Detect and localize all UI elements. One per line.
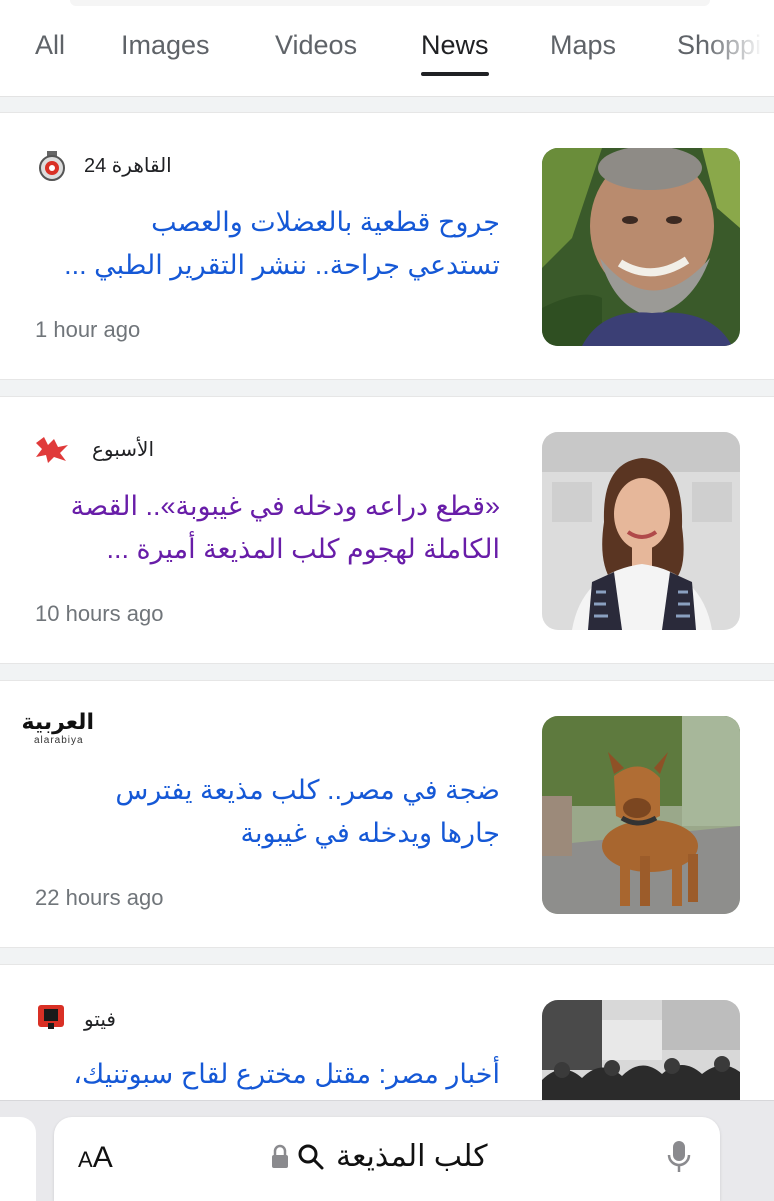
headline-line: ضجة في مصر.. كلب مذيعة يفترس xyxy=(115,775,500,805)
tab-maps[interactable]: Maps xyxy=(550,30,616,61)
news-card[interactable]: العربية alarabiya ضجة في مصر.. كلب مذيعة… xyxy=(0,680,774,948)
search-box-edge xyxy=(70,0,710,6)
previous-tab-stub[interactable] xyxy=(0,1117,36,1201)
news-thumbnail[interactable] xyxy=(542,1000,740,1101)
source-logo-icon xyxy=(39,151,65,181)
address-content[interactable]: كلب المذيعة xyxy=(270,1139,487,1174)
portrait-woman-image xyxy=(542,432,740,630)
microphone-icon[interactable] xyxy=(666,1139,692,1175)
lock-icon xyxy=(272,1144,288,1168)
tab-videos[interactable]: Videos xyxy=(275,30,357,61)
address-bar[interactable]: AA كلب المذيعة xyxy=(54,1117,720,1201)
news-headline[interactable]: أخبار مصر: مقتل مخترع لقاح سبوتنيك، xyxy=(30,1053,500,1096)
tab-all[interactable]: All xyxy=(35,30,65,61)
headline-line: تستدعي جراحة.. ننشر التقرير الطبي ... xyxy=(64,250,500,280)
news-source-name: القاهرة 24 xyxy=(84,155,172,177)
headline-line: جروح قطعية بالعضلات والعصب xyxy=(151,207,500,237)
news-timestamp: 10 hours ago xyxy=(35,601,164,626)
logo-text: العربية xyxy=(21,709,95,734)
news-headline[interactable]: ضجة في مصر.. كلب مذيعة يفترس جارها ويدخل… xyxy=(30,769,500,855)
tab-news-label: News xyxy=(421,30,489,60)
tabs-fade-overlay xyxy=(704,20,774,80)
news-thumbnail[interactable] xyxy=(542,432,740,630)
news-thumbnail[interactable] xyxy=(542,716,740,914)
news-card[interactable]: القاهرة 24 جروح قطعية بالعضلات والعصب تس… xyxy=(0,112,774,380)
dog-image xyxy=(542,716,740,914)
headline-line: «قطع دراعه ودخله في غيبوبة».. القصة xyxy=(70,491,500,521)
source-logo-alarabiya: العربية alarabiya xyxy=(21,709,95,746)
headline-line: جارها ويدخله في غيبوبة xyxy=(240,818,500,848)
source-logo-icon xyxy=(36,437,68,463)
news-timestamp: 1 hour ago xyxy=(35,317,141,342)
news-headline[interactable]: «قطع دراعه ودخله في غيبوبة».. القصة الكا… xyxy=(30,485,500,571)
browser-bottom-bar: AA كلب المذيعة xyxy=(0,1100,774,1201)
logo-subtext: alarabiya xyxy=(34,735,84,746)
portrait-man-image xyxy=(542,148,740,346)
aa-large-letter: A xyxy=(92,1141,113,1174)
address-text: كلب المذيعة xyxy=(336,1140,488,1173)
tab-images[interactable]: Images xyxy=(121,30,210,61)
search-icon xyxy=(298,1144,324,1169)
headline-line: أخبار مصر: مقتل مخترع لقاح سبوتنيك، xyxy=(73,1059,500,1089)
reader-settings-button[interactable]: AA xyxy=(78,1141,113,1175)
search-tabs-bar: All Images Videos News Maps Shoppi xyxy=(0,0,774,97)
tab-news[interactable]: News xyxy=(421,30,489,76)
news-headline[interactable]: جروح قطعية بالعضلات والعصب تستدعي جراحة.… xyxy=(30,201,500,287)
source-logo-icon xyxy=(38,1005,64,1029)
headline-line: الكاملة لهجوم كلب المذيعة أميرة ... xyxy=(106,534,500,564)
aa-small-letter: A xyxy=(78,1147,93,1172)
news-source-name: الأسبوع xyxy=(92,439,155,461)
active-tab-indicator xyxy=(421,72,489,76)
news-card[interactable]: فيتو أخبار مصر: مقتل مخترع لقاح سبوتنيك، xyxy=(0,964,774,1102)
crowd-image xyxy=(542,1000,740,1101)
news-thumbnail[interactable] xyxy=(542,148,740,346)
news-timestamp: 22 hours ago xyxy=(35,885,164,910)
news-card[interactable]: الأسبوع «قطع دراعه ودخله في غيبوبة».. ال… xyxy=(0,396,774,664)
news-source-name: فيتو xyxy=(84,1009,116,1031)
